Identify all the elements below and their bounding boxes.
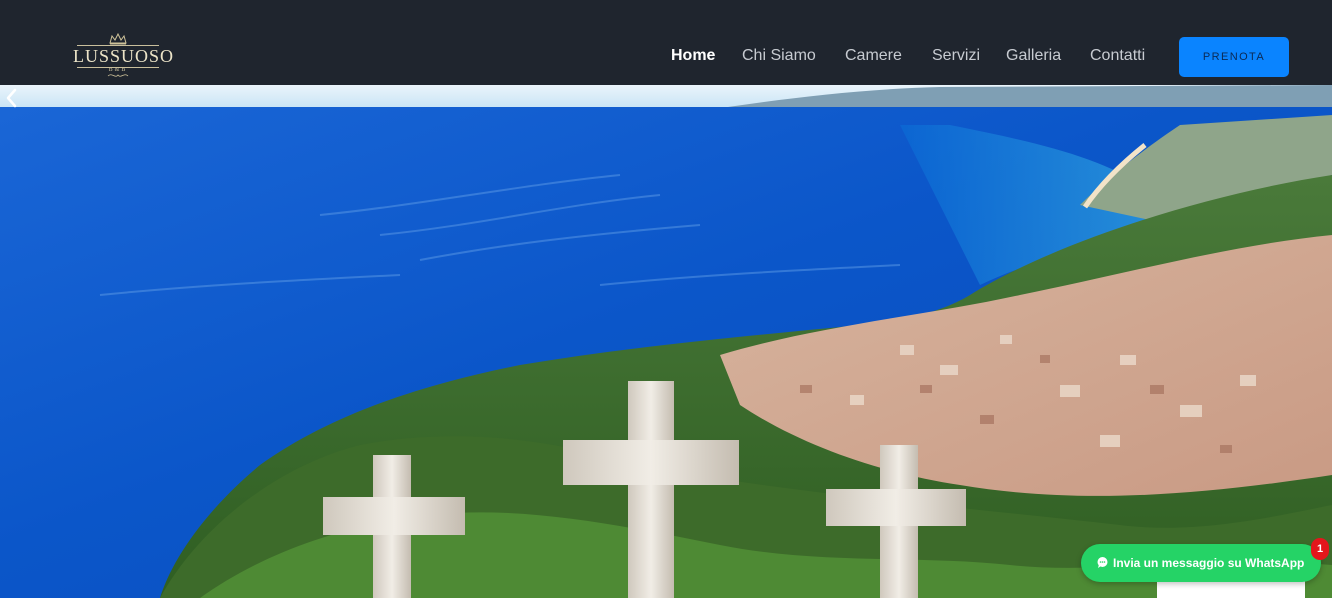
nav-item-home[interactable]: Home xyxy=(671,45,715,67)
prenota-button[interactable]: PRENOTA xyxy=(1179,37,1289,77)
site-header: LUSSUOSO B&B Home Chi Siamo Camere Servi… xyxy=(0,0,1332,85)
nav-item-servizi[interactable]: Servizi xyxy=(932,45,980,67)
whatsapp-label: Invia un messaggio su WhatsApp xyxy=(1113,556,1305,570)
site-logo[interactable]: LUSSUOSO B&B xyxy=(73,33,175,79)
nav-item-camere[interactable]: Camere xyxy=(845,45,902,67)
chevron-left-icon[interactable] xyxy=(0,85,24,111)
notification-badge: 1 xyxy=(1311,538,1329,560)
nav-item-contatti[interactable]: Contatti xyxy=(1090,45,1145,67)
whatsapp-icon xyxy=(1097,557,1108,568)
flourish-icon xyxy=(107,74,129,77)
logo-wordmark: LUSSUOSO xyxy=(73,46,175,66)
nav-item-chi-siamo[interactable]: Chi Siamo xyxy=(742,45,816,67)
whatsapp-button[interactable]: Invia un messaggio su WhatsApp xyxy=(1081,544,1321,582)
hero-image xyxy=(0,85,1332,598)
nav-item-galleria[interactable]: Galleria xyxy=(1006,45,1061,67)
crown-icon xyxy=(109,33,127,45)
hero-slider xyxy=(0,85,1332,598)
